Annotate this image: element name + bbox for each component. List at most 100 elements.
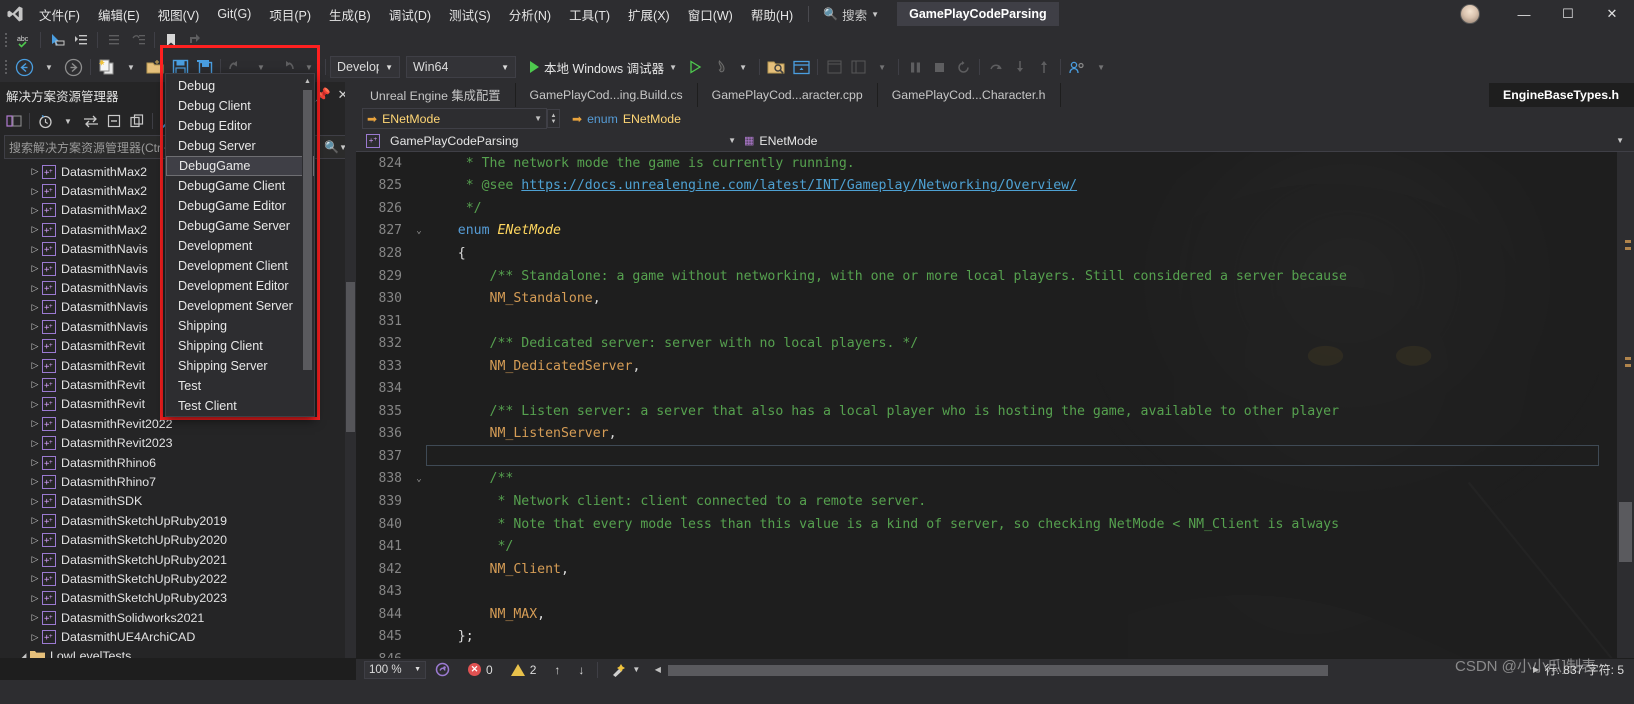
config-option[interactable]: Debug Client (166, 96, 314, 116)
next-issue-button[interactable]: ↓ (569, 660, 593, 680)
config-option[interactable]: Shipping Client (166, 336, 314, 356)
collapse-all-icon[interactable] (103, 111, 125, 132)
step-into-icon[interactable] (1008, 56, 1032, 78)
chevron-right-icon[interactable]: ▷ (28, 632, 42, 643)
code-line[interactable]: 836 NM_ListenServer, (356, 423, 1617, 446)
tree-item[interactable]: ▷ + + DatasmithUE4ArchiCAD (0, 627, 356, 646)
start-debugging-button[interactable]: 本地 Windows 调试器 ▼ (524, 56, 683, 78)
code-line[interactable]: 827 ⌄ enum ENetMode (356, 220, 1617, 243)
code-line[interactable]: 826 */ (356, 197, 1617, 220)
config-option[interactable]: DebugGame Client (166, 176, 314, 196)
new-item-chevron-icon[interactable]: ▼ (119, 56, 143, 78)
show-all-files-icon[interactable] (126, 111, 148, 132)
config-option[interactable]: Development Client (166, 256, 314, 276)
chevron-right-icon[interactable]: ▷ (28, 379, 42, 390)
new-item-icon[interactable] (95, 56, 119, 78)
tree-item[interactable]: ▷ + + DatasmithSketchUpRuby2019 (0, 511, 356, 530)
view-columns-icon[interactable] (822, 56, 846, 78)
type-navigation-dropdown[interactable]: ➡ ENetMode ▼ (362, 108, 547, 129)
chevron-right-icon[interactable]: ▷ (28, 535, 42, 546)
toolbar-grip-2[interactable] (2, 59, 10, 75)
scroll-left-icon[interactable]: ◀ (649, 665, 666, 674)
share-icon[interactable] (183, 29, 207, 51)
toolbar-grip[interactable] (2, 32, 10, 48)
pointer-select-icon[interactable] (45, 29, 69, 51)
chevron-right-icon[interactable]: ▷ (28, 612, 42, 623)
code-line[interactable]: 828 { (356, 242, 1617, 265)
code-line[interactable]: 833 NM_DedicatedServer, (356, 355, 1617, 378)
editor-tab-2[interactable]: GamePlayCod...aracter.cpp (697, 83, 878, 107)
code-line[interactable]: 843 (356, 580, 1617, 603)
menu-item-tools[interactable]: 工具(T) (560, 1, 619, 28)
code-line[interactable]: 829 /** Standalone: a game without netwo… (356, 265, 1617, 288)
zoom-level-dropdown[interactable]: 100 % ▼ (364, 660, 426, 679)
code-line[interactable]: 825 * @see https://docs.unrealengine.com… (356, 175, 1617, 198)
chevron-right-icon[interactable]: ▷ (28, 593, 42, 604)
close-button[interactable]: ✕ (1590, 0, 1634, 28)
chevron-right-icon[interactable]: ▷ (28, 418, 42, 429)
error-count-indicator[interactable]: ✕ 0 (459, 660, 502, 680)
h-scroll-thumb[interactable] (668, 664, 1329, 676)
tree-item[interactable]: ▷ + + DatasmithSketchUpRuby2021 (0, 550, 356, 569)
sync-with-editor-icon[interactable] (80, 111, 102, 132)
find-in-folder-icon[interactable] (764, 56, 789, 78)
breadcrumb-project[interactable]: + + GamePlayCodeParsing ▼ (362, 131, 740, 151)
menu-item-help[interactable]: 帮助(H) (742, 1, 802, 28)
tree-item[interactable]: ▷ + + DatasmithSketchUpRuby2023 (0, 589, 356, 608)
chevron-down-icon[interactable]: ◢ (16, 651, 30, 658)
search-input[interactable]: 🔍 搜索 ▼ (815, 3, 887, 26)
indent-icon[interactable] (69, 29, 93, 51)
code-editor[interactable]: 824 * The network mode the game is curre… (356, 152, 1634, 658)
config-option[interactable]: Shipping (166, 316, 314, 336)
minimize-button[interactable]: — (1502, 0, 1546, 28)
code-line[interactable]: 842 NM_Client, (356, 558, 1617, 581)
editor-vertical-scrollbar[interactable] (1617, 152, 1634, 658)
maximize-button[interactable]: ☐ (1546, 0, 1590, 28)
pending-changes-chevron-icon[interactable]: ▼ (57, 111, 79, 132)
restart-icon[interactable] (951, 56, 975, 78)
tree-item[interactable]: ▷ + + DatasmithSDK (0, 492, 356, 511)
editor-horizontal-scrollbar[interactable]: ◀ ▶ (649, 664, 1544, 676)
chevron-right-icon[interactable]: ▷ (28, 476, 42, 487)
config-option[interactable]: Development Editor (166, 276, 314, 296)
menu-item-extensions[interactable]: 扩展(X) (619, 1, 679, 28)
code-line[interactable]: 839 * Network client: client connected t… (356, 490, 1617, 513)
code-line[interactable]: 824 * The network mode the game is curre… (356, 152, 1617, 175)
chevron-right-icon[interactable]: ▷ (28, 438, 42, 449)
dropdown-scrollbar[interactable]: ▲ ▼ (302, 76, 313, 414)
code-line[interactable]: 846 (356, 648, 1617, 658)
code-line[interactable]: 830 NM_Standalone, (356, 287, 1617, 310)
warning-count-indicator[interactable]: 2 (502, 660, 546, 680)
config-option[interactable]: Debug Editor (166, 116, 314, 136)
code-lines[interactable]: 824 * The network mode the game is curre… (356, 152, 1617, 658)
project-name-chip[interactable]: GamePlayCodeParsing (897, 2, 1059, 26)
config-option[interactable]: Debug Server (166, 136, 314, 156)
chevron-right-icon[interactable]: ▷ (28, 166, 42, 177)
solution-platform-dropdown[interactable]: Win64 ▼ (406, 56, 516, 78)
menu-item-analyze[interactable]: 分析(N) (500, 1, 560, 28)
member-navigation-dropdown[interactable]: ➡ enum ENetMode (568, 108, 685, 129)
navigate-forward-icon[interactable] (61, 56, 86, 78)
config-option[interactable]: Test Client (166, 396, 314, 416)
tree-item[interactable]: ▷ + + DatasmithRevit2023 (0, 433, 356, 452)
previous-issue-button[interactable]: ↑ (545, 660, 569, 680)
view-chevron-icon[interactable]: ▼ (870, 56, 894, 78)
config-option[interactable]: DebugGame (166, 156, 314, 176)
cpp-switch-icon[interactable] (3, 111, 25, 132)
config-option[interactable]: DebugGame Server (166, 216, 314, 236)
menu-item-file[interactable]: 文件(F) (30, 1, 89, 28)
chevron-right-icon[interactable]: ▷ (28, 224, 42, 235)
start-without-debugging-icon[interactable] (683, 56, 707, 78)
step-over-icon[interactable] (984, 56, 1008, 78)
hot-reload-icon[interactable] (707, 56, 731, 78)
chevron-right-icon[interactable]: ▷ (28, 321, 42, 332)
chevron-right-icon[interactable]: ▷ (28, 186, 42, 197)
view-rows-icon[interactable] (846, 56, 870, 78)
tree-item[interactable]: ◢ LowLevelTests (0, 647, 356, 658)
menu-item-build[interactable]: 生成(B) (320, 1, 380, 28)
navigate-back-icon[interactable] (12, 56, 37, 78)
menu-item-edit[interactable]: 编辑(E) (89, 1, 149, 28)
team-explorer-icon[interactable] (1065, 56, 1089, 78)
stop-icon[interactable] (927, 56, 951, 78)
tree-item[interactable]: ▷ + + DatasmithRhino7 (0, 472, 356, 491)
